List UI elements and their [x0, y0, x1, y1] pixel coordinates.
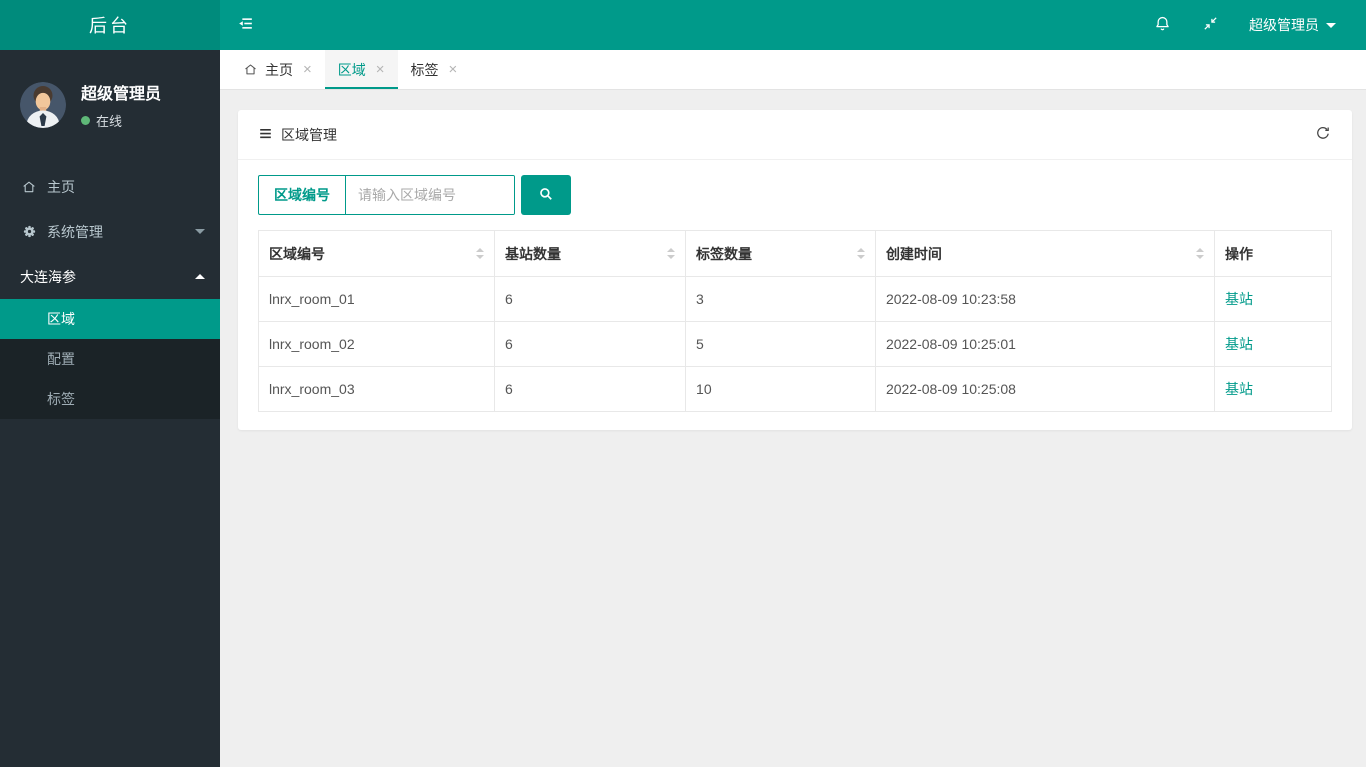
cell-created-time: 2022-08-09 10:25:01 [874, 321, 1216, 367]
refresh-icon [1314, 124, 1332, 145]
close-icon[interactable]: × [303, 62, 312, 77]
cell-actions: 基站 [1214, 321, 1332, 367]
table-header-row: 区域编号 基站数量 标签数量 创建时间 操作 [257, 230, 1332, 277]
home-icon [243, 62, 258, 77]
close-icon[interactable]: × [449, 62, 458, 77]
column-header-area-id[interactable]: 区域编号 [257, 230, 496, 277]
refresh-button[interactable] [1314, 124, 1332, 145]
sort-icon[interactable] [1196, 248, 1204, 259]
sidebar-subitem-config[interactable]: 配置 [0, 339, 220, 379]
chevron-up-icon [195, 274, 205, 279]
sidebar-collapse-icon [236, 14, 255, 36]
sidebar-toggle-button[interactable] [220, 0, 271, 50]
gear-icon [20, 224, 38, 239]
area-id-input[interactable] [346, 176, 514, 214]
sidebar-item-dalian-haishen[interactable]: 大连海参 [0, 254, 220, 299]
tab-bar: 主页 × 区域 × 标签 × [220, 50, 1366, 90]
sidebar-item-system-management[interactable]: 系统管理 [0, 209, 220, 254]
submenu-item-label: 标签 [47, 391, 75, 407]
tab-home[interactable]: 主页 × [230, 50, 325, 89]
area-management-panel: 区域管理 区域编号 请输入区域编号 区域编号 基站数量 标签数量 创建时间 操作… [238, 110, 1352, 430]
cell-tag-count: 3 [685, 276, 876, 322]
app-logo: 后台 [0, 0, 220, 50]
submenu-item-label: 区域 [47, 311, 75, 327]
sidebar-subitem-tag[interactable]: 标签 [0, 379, 220, 419]
cell-base-count: 6 [494, 321, 687, 367]
online-dot-icon [81, 116, 90, 125]
cell-area-id: lnrx_room_01 [257, 276, 496, 322]
cell-actions: 基站 [1214, 366, 1332, 412]
base-station-link[interactable]: 基站 [1225, 336, 1253, 352]
table-row: lnrx_room_01 6 3 2022-08-09 10:23:58 基站 [257, 276, 1332, 322]
search-icon [537, 185, 555, 206]
user-name: 超级管理员 [81, 86, 162, 103]
cell-area-id: lnrx_room_03 [257, 366, 496, 412]
tab-area[interactable]: 区域 × [324, 50, 398, 89]
sidebar-item-label: 主页 [47, 178, 75, 195]
fullscreen-button[interactable] [1202, 15, 1219, 35]
user-panel: 超级管理员 在线 [0, 50, 220, 164]
cell-tag-count: 5 [685, 321, 876, 367]
chevron-down-icon [1326, 22, 1336, 28]
online-status-label: 在线 [96, 114, 123, 129]
panel-body: 区域编号 请输入区域编号 区域编号 基站数量 标签数量 创建时间 操作 lnrx… [238, 160, 1352, 430]
cell-created-time: 2022-08-09 10:23:58 [874, 276, 1216, 322]
sidebar-submenu: 区域 配置 标签 [0, 299, 220, 419]
close-icon[interactable]: × [376, 62, 385, 77]
search-button[interactable] [521, 175, 571, 215]
area-table: 区域编号 基站数量 标签数量 创建时间 操作 lnrx_room_01 6 3 … [257, 230, 1332, 412]
panel-title-text: 区域管理 [281, 126, 337, 143]
panel-header: 区域管理 [238, 110, 1352, 160]
list-icon [258, 126, 273, 144]
chevron-down-icon [195, 229, 205, 234]
column-header-created-time[interactable]: 创建时间 [874, 230, 1216, 277]
tab-label: 标签 [410, 61, 439, 78]
search-input-group: 区域编号 [258, 175, 515, 215]
search-form: 区域编号 [258, 175, 1332, 215]
sidebar-item-home[interactable]: 主页 [0, 164, 220, 209]
base-station-link[interactable]: 基站 [1225, 291, 1253, 307]
panel-title: 区域管理 [258, 125, 337, 145]
cell-tag-count: 10 [685, 366, 876, 412]
sidebar-subitem-area[interactable]: 区域 [0, 299, 220, 339]
column-header-base-count[interactable]: 基站数量 [494, 230, 687, 277]
sidebar: 超级管理员 在线 主页 系统管理 大连海参 区域 配置 标签 [0, 50, 220, 767]
sort-icon[interactable] [476, 248, 485, 259]
avatar [20, 82, 66, 128]
tab-label: 区域 [337, 61, 366, 78]
table-row: lnrx_room_03 6 10 2022-08-09 10:25:08 基站 [257, 366, 1332, 412]
column-header-actions: 操作 [1214, 230, 1332, 277]
cell-base-count: 6 [494, 366, 687, 412]
main-content: 主页 × 区域 × 标签 × 区域管理 区域编号 请输入区域编号 区域编号 基站… [220, 50, 1366, 767]
tab-tag[interactable]: 标签 × [398, 50, 471, 89]
sidebar-item-label: 系统管理 [47, 223, 103, 240]
bell-icon [1153, 14, 1172, 36]
sort-icon[interactable] [667, 248, 676, 259]
top-header: 后台 超级管理员 [0, 0, 1366, 50]
sort-icon[interactable] [856, 248, 865, 259]
user-status: 在线 [81, 111, 161, 130]
user-menu[interactable]: 超级管理员 [1249, 15, 1336, 35]
notifications-button[interactable] [1153, 14, 1172, 36]
sidebar-item-label: 大连海参 [20, 268, 76, 285]
cell-actions: 基站 [1214, 276, 1332, 322]
tab-label: 主页 [265, 61, 293, 78]
search-field-label: 区域编号 [259, 176, 346, 214]
home-icon [20, 179, 38, 195]
base-station-link[interactable]: 基站 [1225, 381, 1253, 397]
column-header-tag-count[interactable]: 标签数量 [685, 230, 876, 277]
user-menu-label: 超级管理员 [1249, 17, 1319, 33]
compress-icon [1202, 15, 1219, 35]
cell-created-time: 2022-08-09 10:25:08 [874, 366, 1216, 412]
cell-area-id: lnrx_room_02 [257, 321, 496, 367]
table-row: lnrx_room_02 6 5 2022-08-09 10:25:01 基站 [257, 321, 1332, 367]
cell-base-count: 6 [494, 276, 687, 322]
submenu-item-label: 配置 [47, 351, 75, 367]
